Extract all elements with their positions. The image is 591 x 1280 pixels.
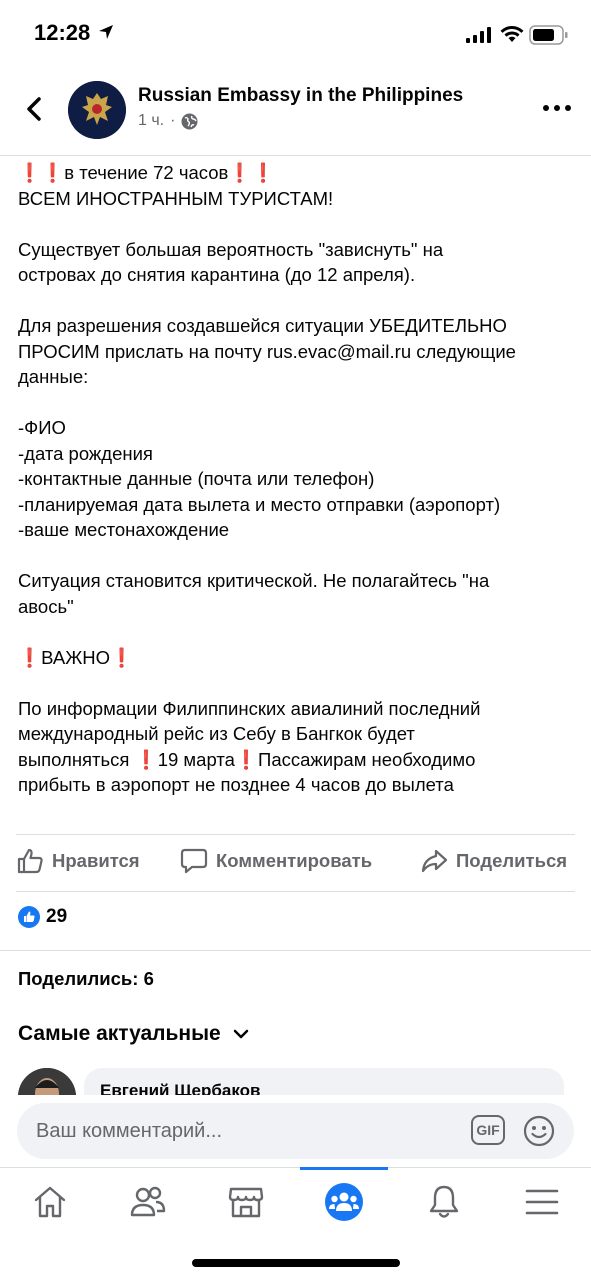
post-text: в течение 72 часов <box>64 162 229 183</box>
share-button[interactable]: Поделиться <box>420 847 567 875</box>
list-item: -контактные данные (почта или телефон) <box>18 468 375 489</box>
like-label: Нравится <box>52 850 140 871</box>
page-avatar[interactable] <box>68 81 126 139</box>
reaction-count: 29 <box>46 906 68 927</box>
wifi-icon <box>500 26 524 42</box>
comment-button[interactable]: Комментировать <box>180 847 372 875</box>
share-label: Поделиться <box>456 850 568 871</box>
more-options-icon[interactable] <box>540 98 574 118</box>
tab-home[interactable] <box>30 1182 70 1222</box>
post-meta: 1 ч. · <box>138 112 198 130</box>
exclamation-icon: ❗ <box>251 162 275 183</box>
post-text: Ситуация становится критической. Не пола… <box>18 570 490 591</box>
comment-input-bar: Ваш комментарий... GIF <box>0 1095 591 1167</box>
exclamation-icon: ❗ <box>134 748 158 770</box>
marketplace-icon <box>228 1187 264 1218</box>
post-actions: Нравится Комментировать Поделиться <box>16 834 575 892</box>
exclamation-icon: ❗ <box>228 162 252 183</box>
emoji-icon[interactable] <box>523 1115 555 1147</box>
reactions-summary[interactable]: 29 <box>18 906 67 928</box>
list-item: -ФИО <box>18 417 66 438</box>
tab-menu[interactable] <box>522 1182 562 1222</box>
post-text: международный рейс из Себу в Бангкок буд… <box>18 723 415 744</box>
comment-placeholder: Ваш комментарий... <box>36 1120 223 1142</box>
friends-icon <box>130 1186 166 1217</box>
active-tab-indicator <box>300 1167 388 1170</box>
post-text: Пассажирам необходимо <box>258 748 476 770</box>
status-bar: 12:28 <box>0 0 591 70</box>
back-arrow-icon[interactable] <box>20 94 50 124</box>
post-line-1: ❗ ❗ в течение 72 часов❗ ❗ <box>18 160 578 186</box>
post-text: ВАЖНО <box>41 646 111 668</box>
home-indicator[interactable] <box>192 1259 400 1267</box>
sort-label: Самые актуальные <box>18 1022 221 1045</box>
post-body: ❗ ❗ в течение 72 часов❗ ❗ ВСЕМ ИНОСТРАНН… <box>18 160 578 798</box>
exclamation-icon: ❗ <box>18 646 42 668</box>
menu-icon <box>525 1189 559 1215</box>
post-text: выполняться <box>18 748 130 770</box>
page-name[interactable]: Russian Embassy in the Philippines <box>138 85 463 107</box>
post-text: ВСЕМ ИНОСТРАННЫМ ТУРИСТАМ! <box>18 187 334 209</box>
chevron-down-icon <box>233 1029 248 1039</box>
globe-icon <box>181 113 198 129</box>
coat-of-arms-icon <box>68 81 126 139</box>
tab-groups[interactable] <box>324 1182 364 1222</box>
list-item: -дата рождения <box>18 442 153 464</box>
battery-icon <box>529 25 568 45</box>
post-time[interactable]: 1 ч. <box>138 112 164 130</box>
home-icon <box>34 1186 66 1218</box>
post-header: Russian Embassy in the Philippines 1 ч. … <box>0 70 591 156</box>
post-text: авось" <box>18 595 74 617</box>
status-time: 12:28 <box>34 20 91 45</box>
cellular-signal-icon <box>466 27 491 43</box>
tab-marketplace[interactable] <box>226 1182 266 1222</box>
exclamation-icon: ❗ <box>110 646 134 668</box>
gif-button[interactable]: GIF <box>471 1115 505 1145</box>
tab-notifications[interactable] <box>424 1182 464 1222</box>
post-text: По информации Филиппинских авиалиний пос… <box>18 697 481 719</box>
exclamation-icon: ❗ <box>41 162 65 183</box>
share-arrow-icon <box>421 849 448 873</box>
exclamation-icon: ❗ <box>234 748 258 770</box>
post-text: 19 марта <box>157 748 235 770</box>
like-button[interactable]: Нравится <box>16 847 140 875</box>
comment-bubble-icon <box>180 848 208 874</box>
post-text: прибыть в аэропорт не позднее 4 часов до… <box>18 774 454 795</box>
location-arrow-icon <box>99 25 113 39</box>
divider <box>0 950 591 951</box>
post-text: ПРОСИМ прислать на почту rus.evac@mail.r… <box>18 340 516 362</box>
post-text: Существует большая вероятность "зависнут… <box>18 238 444 260</box>
post-line-date: выполняться ❗ 19 марта❗ Пассажирам необх… <box>18 747 578 773</box>
thumbs-up-icon <box>17 848 43 874</box>
post-text: островах до снятия карантина (до 12 апре… <box>18 264 416 285</box>
tab-friends[interactable] <box>128 1182 168 1222</box>
comment-label: Комментировать <box>216 850 373 871</box>
meta-dot: · <box>170 112 176 129</box>
comment-sort-dropdown[interactable]: Самые актуальные <box>18 1022 249 1046</box>
list-item: -планируемая дата вылета и место отправк… <box>18 493 501 515</box>
bell-icon <box>429 1185 459 1218</box>
groups-icon <box>325 1183 363 1221</box>
exclamation-icon: ❗ <box>18 162 42 183</box>
list-item: -ваше местонахождение <box>18 519 230 540</box>
post-text: данные: <box>18 366 89 387</box>
post-important: ❗ ВАЖНО❗ <box>18 645 578 671</box>
like-reaction-icon <box>18 906 40 928</box>
shares-count[interactable]: Поделились: 6 <box>18 968 154 990</box>
post-text: Для разрешения создавшейся ситуации УБЕД… <box>18 315 507 336</box>
